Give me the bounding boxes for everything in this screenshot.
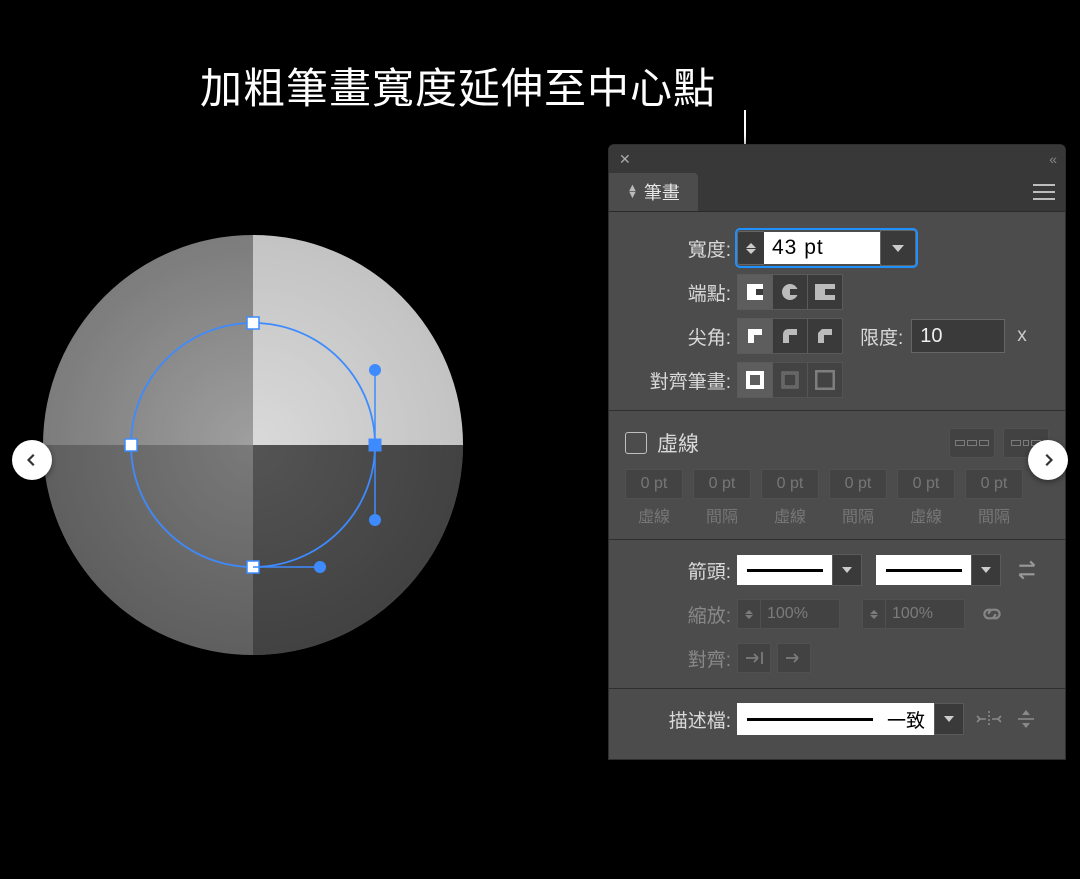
cap-projecting-button[interactable] <box>807 274 843 310</box>
flip-across-icon <box>1016 707 1036 731</box>
label-arrowheads: 箭頭: <box>609 557 737 584</box>
carousel-prev-button[interactable] <box>12 440 52 480</box>
dash-label: 虛線 <box>638 503 670 527</box>
label-dashed: 虛線 <box>657 428 699 458</box>
swap-arrowheads-icon[interactable] <box>1015 557 1041 583</box>
dash-label: 虛線 <box>910 503 942 527</box>
align-inside-button <box>772 362 808 398</box>
carousel-next-button[interactable] <box>1028 440 1068 480</box>
panel-close-button[interactable]: ✕ <box>619 151 631 168</box>
dash-preserve-exact-button[interactable] <box>949 428 995 458</box>
dash-cell: 0 pt 間隔 <box>693 469 751 527</box>
arrow-align-extend-button <box>737 643 771 673</box>
width-dropdown-button[interactable] <box>880 230 916 266</box>
dash-value: 0 pt <box>693 469 751 499</box>
dash-cell: 0 pt 虛線 <box>761 469 819 527</box>
dash-label: 間隔 <box>706 503 738 527</box>
label-align-arrow: 對齊: <box>609 645 737 672</box>
profile-select[interactable]: 一致 <box>737 703 935 735</box>
annotation-title: 加粗筆畫寬度延伸至中心點 <box>200 55 716 116</box>
label-limit: 限度: <box>860 323 903 350</box>
stroke-panel: ✕ « ▲▼ 筆畫 寬度: 端點: <box>608 144 1066 760</box>
dash-cell: 0 pt 間隔 <box>965 469 1023 527</box>
flip-along-icon <box>976 709 1002 729</box>
label-cap: 端點: <box>609 279 737 306</box>
dash-value: 0 pt <box>965 469 1023 499</box>
cap-round-button[interactable] <box>772 274 808 310</box>
dash-cell: 0 pt 虛線 <box>625 469 683 527</box>
profile-dropdown-button[interactable] <box>934 703 964 735</box>
scale-start-value: 100% <box>761 599 840 629</box>
corner-bevel-button[interactable] <box>807 318 843 354</box>
link-scale-icon <box>979 601 1005 627</box>
panel-collapse-button[interactable]: « <box>1049 151 1055 167</box>
dash-label: 間隔 <box>978 503 1010 527</box>
tab-stroke[interactable]: ▲▼ 筆畫 <box>609 173 698 211</box>
scale-end-field: 100% <box>862 599 965 629</box>
arrow-end-dropdown[interactable] <box>971 554 1001 586</box>
arrow-start-dropdown[interactable] <box>832 554 862 586</box>
dash-value: 0 pt <box>829 469 887 499</box>
scale-end-value: 100% <box>886 599 965 629</box>
dash-label: 間隔 <box>842 503 874 527</box>
dash-pattern-fields: 0 pt 虛線 0 pt 間隔 0 pt 虛線 0 pt 間隔 0 pt 虛線 0 pt 間隔 <box>609 467 1065 531</box>
corner-miter-button[interactable] <box>737 318 773 354</box>
width-stepper[interactable] <box>737 231 764 265</box>
label-align-stroke: 對齊筆畫: <box>609 367 737 394</box>
dash-label: 虛線 <box>774 503 806 527</box>
limit-suffix: x <box>1017 325 1027 347</box>
profile-value: 一致 <box>887 706 925 733</box>
panel-cycle-icon: ▲▼ <box>627 185 638 199</box>
cap-butt-button[interactable] <box>737 274 773 310</box>
tab-label: 筆畫 <box>644 179 680 205</box>
canvas-artwork <box>28 220 498 690</box>
corner-round-button[interactable] <box>772 318 808 354</box>
panel-menu-button[interactable] <box>1033 184 1055 200</box>
label-corner: 尖角: <box>609 323 737 350</box>
label-profile: 描述檔: <box>609 706 737 733</box>
scale-start-field: 100% <box>737 599 840 629</box>
label-width: 寬度: <box>609 235 737 262</box>
arrow-start-select[interactable] <box>737 555 833 585</box>
dash-value: 0 pt <box>761 469 819 499</box>
dash-cell: 0 pt 虛線 <box>897 469 955 527</box>
arrow-align-tip-button <box>777 643 811 673</box>
dashed-checkbox[interactable] <box>625 432 647 454</box>
dash-cell: 0 pt 間隔 <box>829 469 887 527</box>
arrow-end-select[interactable] <box>876 555 972 585</box>
align-outside-button <box>807 362 843 398</box>
width-input[interactable] <box>764 232 880 264</box>
label-scale: 縮放: <box>609 601 737 628</box>
dash-value: 0 pt <box>625 469 683 499</box>
align-center-button[interactable] <box>737 362 773 398</box>
miter-limit-input[interactable] <box>911 319 1005 353</box>
dash-value: 0 pt <box>897 469 955 499</box>
